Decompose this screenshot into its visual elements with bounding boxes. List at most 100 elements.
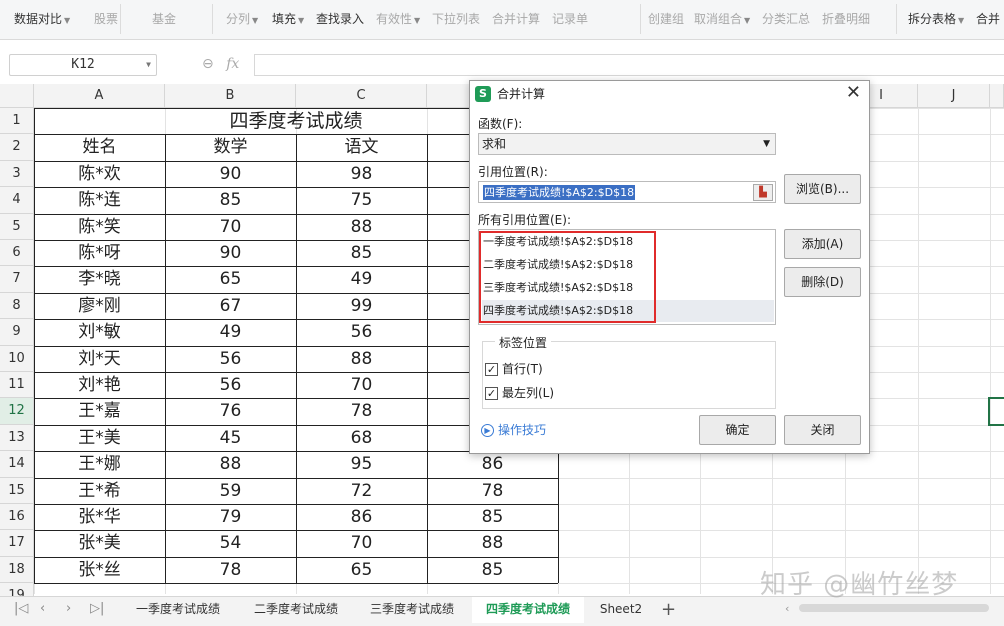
table-cell[interactable]: 68 [296,425,427,451]
checkbox-icon[interactable]: ✓ [485,363,498,376]
ribbon-item[interactable]: 分类汇总 [762,8,810,30]
sheet-tab[interactable]: 四季度考试成绩 [472,597,584,623]
fx-icon[interactable]: fx [226,56,239,72]
column-header[interactable]: J [918,84,990,108]
delete-button[interactable]: 删除(D) [784,267,861,297]
table-cell[interactable]: 70 [296,372,427,398]
tips-link[interactable]: ▶ 操作技巧 [481,421,546,438]
table-cell[interactable]: 79 [165,504,296,530]
add-button[interactable]: 添加(A) [784,229,861,259]
formula-input[interactable] [254,54,1004,76]
table-cell[interactable]: 65 [296,557,427,583]
close-button[interactable]: 关闭 [784,415,861,445]
row-header[interactable]: 10 [0,345,34,372]
ribbon-item[interactable]: 查找录入 [316,8,364,30]
table-cell[interactable]: 98 [296,161,427,187]
ribbon-item[interactable]: 创建组 [648,8,684,30]
table-cell[interactable]: 85 [165,187,296,213]
ribbon-item[interactable]: 股票 [94,8,118,30]
function-select[interactable]: 求和 ▼ [478,133,776,155]
ribbon-item[interactable]: 下拉列表 [432,8,480,30]
table-cell[interactable]: 86 [296,504,427,530]
row-header[interactable]: 8 [0,292,34,320]
ribbon-item[interactable]: 合并计算 [492,8,540,30]
zoom-icon[interactable]: ⊖ [202,56,214,72]
ribbon-item[interactable]: 合并 [976,8,1000,30]
table-cell[interactable]: 90 [165,161,296,187]
first-sheet-icon[interactable]: |◁ [14,601,28,616]
table-cell[interactable]: 49 [296,266,427,292]
checkbox-icon[interactable]: ✓ [485,387,498,400]
row-header[interactable]: 15 [0,477,34,504]
table-cell[interactable]: 刘*天 [34,346,165,372]
left-col-checkbox[interactable]: ✓ 最左列(L) [485,384,554,401]
table-cell[interactable]: 张*华 [34,504,165,530]
column-header[interactable]: B [165,84,296,108]
table-cell[interactable]: 廖*刚 [34,293,165,319]
selected-cell[interactable] [988,397,1004,426]
row-header[interactable]: 4 [0,187,34,214]
row-header[interactable]: 16 [0,504,34,531]
table-cell[interactable]: 王*希 [34,478,165,504]
table-cell[interactable]: 76 [165,398,296,424]
table-cell[interactable]: 59 [165,478,296,504]
table-cell[interactable]: 90 [165,240,296,266]
ribbon-item[interactable]: 拆分表格 ▼ [908,8,964,30]
ribbon-item[interactable]: 折叠明细 [822,8,870,30]
select-all-corner[interactable] [0,84,34,108]
chevron-down-icon[interactable]: ▼ [146,55,151,75]
sheet-tab[interactable]: Sheet2 [590,597,652,623]
table-cell[interactable]: 85 [296,240,427,266]
ribbon-item[interactable]: 基金 [152,8,176,30]
table-cell[interactable]: 刘*艳 [34,372,165,398]
table-cell[interactable]: 86 [427,451,558,477]
ribbon-item[interactable]: 取消组合 ▼ [694,8,750,30]
close-icon[interactable]: ✕ [846,82,861,103]
table-cell[interactable]: 75 [296,187,427,213]
row-header[interactable]: 1 [0,108,34,135]
table-cell[interactable]: 45 [165,425,296,451]
row-header[interactable]: 9 [0,319,34,346]
dialog-titlebar[interactable]: S 合并计算 ✕ [470,81,869,107]
row-header[interactable]: 11 [0,372,34,399]
table-cell[interactable]: 王*嘉 [34,398,165,424]
table-cell[interactable]: 王*美 [34,425,165,451]
row-header[interactable]: 7 [0,266,34,293]
table-cell[interactable]: 67 [165,293,296,319]
column-title-cell[interactable]: 数学 [165,134,296,160]
table-cell[interactable]: 95 [296,451,427,477]
ref-input[interactable]: 四季度考试成绩!$A$2:$D$18 ▙ [478,181,776,203]
first-row-checkbox[interactable]: ✓ 首行(T) [485,360,543,377]
table-cell[interactable]: 88 [165,451,296,477]
table-cell[interactable]: 99 [296,293,427,319]
row-header[interactable]: 6 [0,240,34,267]
table-cell[interactable]: 陈*笑 [34,214,165,240]
row-header[interactable]: 14 [0,451,34,478]
table-cell[interactable]: 88 [427,530,558,556]
table-cell[interactable]: 56 [296,319,427,345]
table-cell[interactable]: 王*娜 [34,451,165,477]
column-title-cell[interactable]: 语文 [296,134,427,160]
horizontal-scrollbar[interactable]: ‹ [785,601,1004,615]
table-cell[interactable]: 85 [427,504,558,530]
ribbon-item[interactable]: 分列 ▼ [226,8,258,30]
table-cell[interactable]: 刘*敏 [34,319,165,345]
row-header[interactable]: 17 [0,530,34,557]
table-cell[interactable]: 56 [165,372,296,398]
table-cell[interactable]: 陈*欢 [34,161,165,187]
row-header[interactable]: 2 [0,134,34,161]
row-header[interactable]: 12 [0,398,34,425]
table-cell[interactable]: 56 [165,346,296,372]
sheet-tab[interactable]: 二季度考试成绩 [240,597,352,623]
column-header[interactable]: A [34,84,165,108]
sheet-tab[interactable]: 三季度考试成绩 [356,597,468,623]
table-cell[interactable]: 88 [296,214,427,240]
ribbon-item[interactable]: 记录单 [552,8,588,30]
column-header[interactable] [990,84,1004,108]
add-sheet-icon[interactable]: + [661,599,676,620]
table-cell[interactable]: 49 [165,319,296,345]
table-cell[interactable]: 54 [165,530,296,556]
table-cell[interactable]: 78 [165,557,296,583]
sheet-tab[interactable]: 一季度考试成绩 [122,597,234,623]
collapse-dialog-icon[interactable]: ▙ [753,184,773,201]
